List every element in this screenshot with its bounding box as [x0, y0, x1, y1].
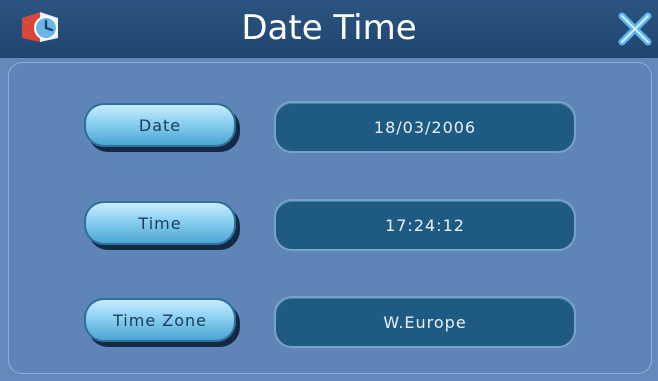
- time-zone-field[interactable]: W.Europe: [274, 296, 576, 348]
- date-field[interactable]: 18/03/2006: [274, 101, 576, 153]
- settings-panel: Date 18/03/2006 Time 17:24:12 Time Zone …: [8, 62, 652, 374]
- time-zone-row: Time Zone W.Europe: [8, 296, 652, 352]
- time-zone-button[interactable]: Time Zone: [84, 298, 236, 342]
- close-icon[interactable]: [618, 12, 652, 46]
- time-field[interactable]: 17:24:12: [274, 199, 576, 251]
- time-button[interactable]: Time: [84, 201, 236, 245]
- titlebar: Date Time: [0, 0, 658, 58]
- date-time-window: Date Time Date 18/03/2006 Time 17:24:12 …: [0, 0, 658, 381]
- date-row: Date 18/03/2006: [8, 101, 652, 157]
- date-button[interactable]: Date: [84, 103, 236, 147]
- time-row: Time 17:24:12: [8, 199, 652, 255]
- window-title: Date Time: [241, 8, 417, 48]
